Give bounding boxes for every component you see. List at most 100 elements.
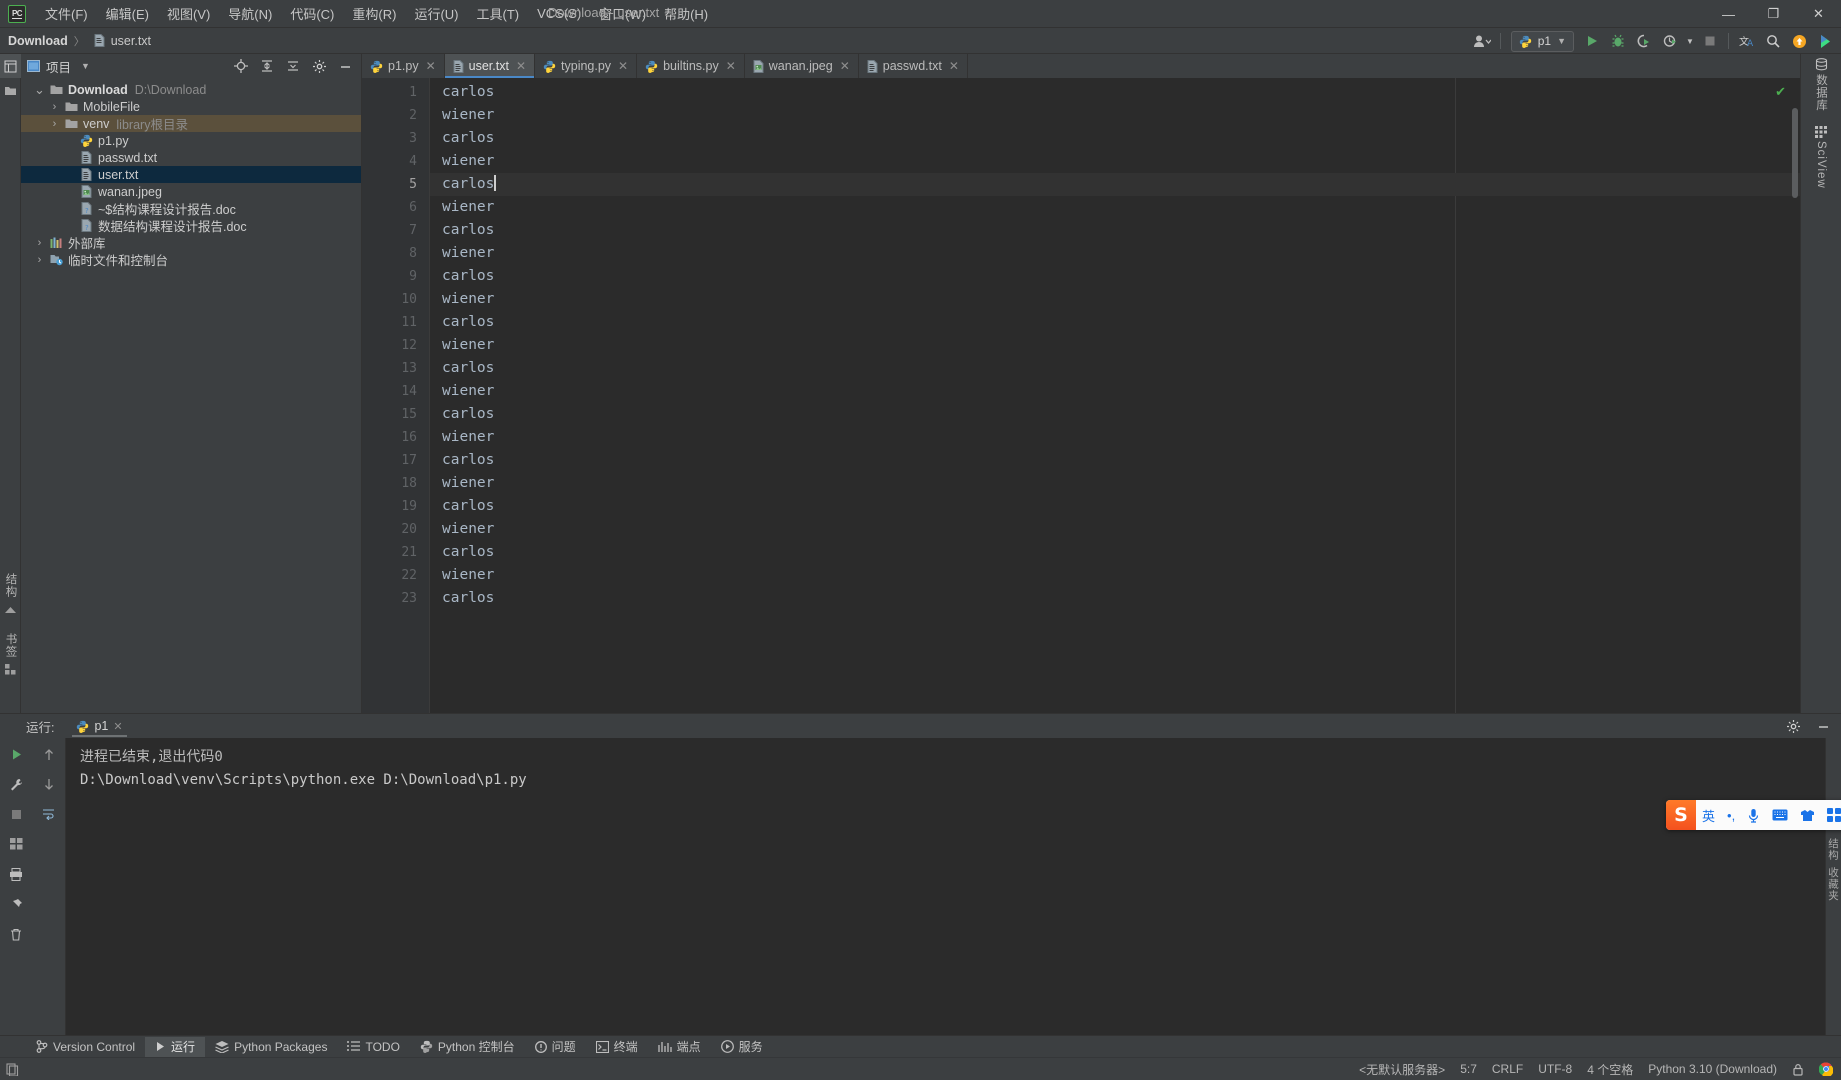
tree-item-3[interactable]: p1.py [21, 132, 361, 149]
lock-icon[interactable] [1792, 1063, 1804, 1076]
stop-button[interactable] [1698, 30, 1722, 52]
code-line[interactable]: carlos [430, 311, 1800, 334]
maximize-button[interactable]: ❐ [1751, 0, 1796, 28]
scrollbar-thumb[interactable] [1792, 108, 1798, 198]
sidebar-item-database[interactable]: 数据库 [1813, 58, 1829, 112]
code-line[interactable]: wiener [430, 196, 1800, 219]
code-line[interactable]: carlos [430, 403, 1800, 426]
expand-all-icon[interactable] [255, 55, 279, 77]
close-icon[interactable]: ✕ [949, 59, 959, 73]
run-tab-p1[interactable]: p1 ✕ [68, 717, 130, 737]
search-icon[interactable] [1761, 30, 1785, 52]
user-account-icon[interactable] [1470, 30, 1494, 52]
soft-wrap-icon[interactable] [36, 802, 62, 826]
tool-window-button-端点[interactable]: 端点 [648, 1037, 711, 1057]
code-line[interactable]: wiener [430, 564, 1800, 587]
menu-item-4[interactable]: 代码(C) [281, 1, 343, 26]
code-line[interactable]: carlos [430, 81, 1800, 104]
hide-icon[interactable] [333, 55, 357, 77]
editor-tab-p1-py[interactable]: p1.py ✕ [362, 54, 445, 78]
code-line[interactable]: wiener [430, 334, 1800, 357]
tool-window-button-运行[interactable]: 运行 [145, 1036, 206, 1057]
tree-item-4[interactable]: passwd.txt [21, 149, 361, 166]
code-line[interactable]: wiener [430, 472, 1800, 495]
tool-window-button-问题[interactable]: 问题 [525, 1037, 586, 1057]
status-file-encoding[interactable]: UTF-8 [1538, 1062, 1572, 1076]
event-log-icon[interactable] [6, 1062, 19, 1076]
apps-icon[interactable] [1821, 800, 1841, 830]
code-line[interactable]: wiener [430, 150, 1800, 173]
down-stack-icon[interactable] [36, 772, 62, 796]
more-icon[interactable] [1813, 30, 1837, 52]
code-line[interactable]: wiener [430, 288, 1800, 311]
sidebar-item-bookmarks[interactable]: 书签 [0, 627, 27, 675]
chrome-icon[interactable] [1819, 1062, 1833, 1076]
sidebar-item-structure[interactable]: 结构 [0, 567, 27, 613]
code-line[interactable]: carlos [430, 219, 1800, 242]
editor-code[interactable]: carlos wiener carlos wiener carlos wiener carl… [430, 78, 1800, 713]
tree-item-6[interactable]: wanan.jpeg [21, 183, 361, 200]
menu-item-10[interactable]: 帮助(H) [655, 1, 717, 26]
console-output[interactable]: 进程已结束,退出代码0 D:\Download\venv\Scripts\pyth… [66, 738, 1841, 1035]
code-line[interactable]: carlos [430, 541, 1800, 564]
menu-item-1[interactable]: 编辑(E) [97, 1, 158, 26]
status-caret-position[interactable]: 5:7 [1460, 1062, 1477, 1076]
tool-window-button-python-packages[interactable]: Python Packages [205, 1037, 337, 1057]
collapse-all-icon[interactable] [281, 55, 305, 77]
menu-item-5[interactable]: 重构(R) [343, 1, 405, 26]
editor-gutter[interactable]: 1 2 3 4 5 6 7 8 9 10 11 12 13 14 15 16 17 18 19 20 21 22 23 [362, 78, 430, 713]
editor-tab-builtins-py[interactable]: builtins.py ✕ [637, 54, 745, 78]
close-icon[interactable]: ✕ [726, 59, 736, 73]
menu-item-2[interactable]: 视图(V) [158, 1, 219, 26]
print-icon[interactable] [3, 862, 29, 886]
close-icon[interactable]: ✕ [516, 59, 526, 73]
ime-mode-button[interactable]: 英 [1696, 800, 1721, 830]
status-default-server[interactable]: <无默认服务器> [1359, 1061, 1445, 1078]
sidebar-item-sciview[interactable]: SciView [1815, 125, 1827, 188]
tree-item-0[interactable]: ⌄ Download D:\Download [21, 81, 361, 98]
grid-icon[interactable] [3, 832, 29, 856]
code-line[interactable]: carlos [430, 357, 1800, 380]
editor-tab-passwd-txt[interactable]: passwd.txt ✕ [859, 54, 968, 78]
editor-tab-typing-py[interactable]: typing.py ✕ [535, 54, 638, 78]
tree-item-2[interactable]: › venv library根目录 [21, 115, 361, 132]
code-line[interactable]: carlos [430, 173, 1800, 196]
menu-item-3[interactable]: 导航(N) [219, 1, 281, 26]
tool-window-button-服务[interactable]: 服务 [711, 1037, 773, 1057]
status-indent-setting[interactable]: 4 个空格 [1587, 1061, 1633, 1078]
status-python-interpreter[interactable]: Python 3.10 (Download) [1648, 1062, 1777, 1076]
run-button[interactable] [1580, 30, 1604, 52]
debug-button[interactable] [1606, 30, 1630, 52]
project-tool-icon[interactable] [0, 54, 21, 78]
code-line[interactable]: wiener [430, 242, 1800, 265]
tree-item-8[interactable]: ? 数据结构课程设计报告.doc [21, 217, 361, 234]
run-with-coverage-button[interactable] [1632, 30, 1656, 52]
rerun-icon[interactable] [3, 742, 29, 766]
tree-item-7[interactable]: ? ~$结构课程设计报告.doc [21, 200, 361, 217]
settings-icon[interactable] [307, 55, 331, 77]
code-line[interactable]: carlos [430, 265, 1800, 288]
code-line[interactable]: carlos [430, 127, 1800, 150]
tool-window-button-todo[interactable]: TODO [337, 1037, 409, 1057]
pin-icon[interactable] [3, 892, 29, 916]
tree-toggle-icon[interactable]: ⌄ [31, 82, 48, 98]
minimize-button[interactable]: — [1706, 0, 1751, 28]
hide-icon[interactable] [1811, 715, 1835, 737]
structure-label[interactable]: 结构 [1826, 838, 1841, 861]
status-line-separator[interactable]: CRLF [1492, 1062, 1523, 1076]
tree-item-5[interactable]: user.txt [21, 166, 361, 183]
close-icon[interactable]: ✕ [618, 59, 628, 73]
menu-item-0[interactable]: 文件(F) [36, 1, 97, 26]
skin-icon[interactable] [1794, 800, 1821, 830]
keyboard-icon[interactable] [1766, 800, 1794, 830]
tree-toggle-icon[interactable]: › [46, 118, 63, 130]
tree-item-9[interactable]: › 外部库 [21, 234, 361, 252]
tree-item-10[interactable]: › 临时文件和控制台 [21, 251, 361, 269]
sogou-logo-icon[interactable]: S [1666, 800, 1696, 830]
tree-toggle-icon[interactable]: › [31, 237, 48, 249]
settings-icon[interactable] [1781, 715, 1805, 737]
translate-icon[interactable]: 文A [1735, 30, 1759, 52]
code-line[interactable]: wiener [430, 518, 1800, 541]
up-stack-icon[interactable] [36, 742, 62, 766]
profile-button[interactable] [1658, 30, 1682, 52]
